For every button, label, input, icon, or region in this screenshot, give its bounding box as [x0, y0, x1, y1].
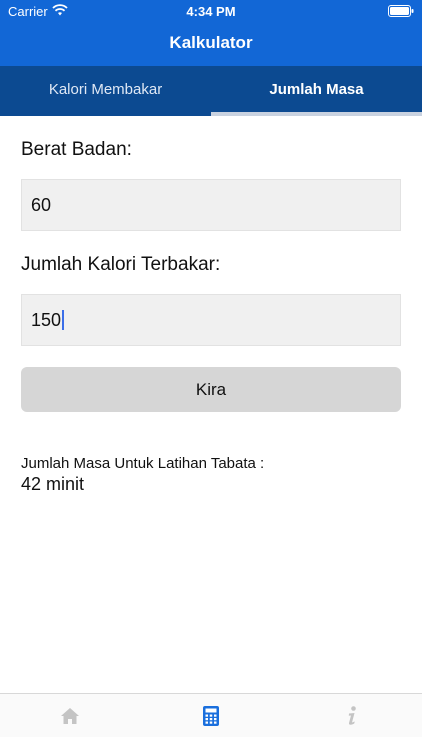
weight-input[interactable]: 60 [21, 179, 401, 231]
result-value: 42 minit [21, 474, 85, 494]
result-label: Jumlah Masa Untuk Latihan Tabata : [21, 455, 265, 472]
info-icon [348, 706, 356, 725]
bottom-tab-bar [0, 693, 422, 738]
tabbar-info[interactable] [282, 694, 422, 738]
tab-jumlah-masa[interactable]: Jumlah Masa [211, 66, 422, 116]
calculator-icon [203, 706, 219, 726]
weight-label: Berat Badan: [21, 139, 132, 160]
tabbar-calculator[interactable] [141, 694, 281, 738]
battery-icon [388, 5, 414, 17]
app-header: Carrier 4:34 PM Kalkulator [0, 0, 422, 66]
tabbar-home[interactable] [0, 694, 140, 738]
tab-kalori-membakar[interactable]: Kalori Membakar [0, 66, 211, 116]
status-time: 4:34 PM [186, 4, 236, 19]
calories-input-value: 150 [31, 310, 62, 330]
home-indicator-area [0, 737, 422, 750]
text-caret [62, 309, 65, 330]
status-bar: Carrier 4:34 PM [0, 0, 422, 22]
page-title: Kalkulator [169, 33, 253, 52]
kira-button[interactable]: Kira [21, 367, 401, 412]
calories-input[interactable]: 150 [21, 294, 401, 346]
calories-label: Jumlah Kalori Terbakar: [21, 254, 221, 275]
home-icon [61, 708, 79, 724]
weight-input-value: 60 [31, 195, 52, 215]
segment-tabs: Kalori Membakar Jumlah Masa [0, 66, 422, 116]
